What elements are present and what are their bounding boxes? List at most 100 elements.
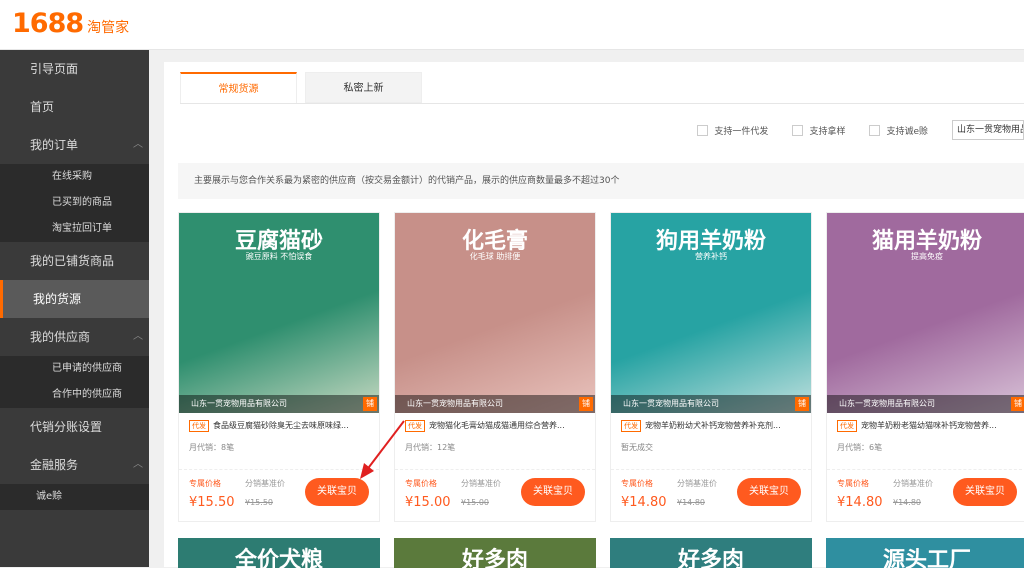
exclusive-price: ¥14.80 (621, 495, 667, 510)
checkbox[interactable] (869, 124, 881, 136)
product-image[interactable]: 狗用羊奶粉 营养补钙 山东一贯宠物用品有限公司 铺 (611, 213, 811, 413)
filter-label: 支持拿样 (809, 126, 846, 137)
image-title: 全价犬粮 (234, 548, 323, 568)
orders-submenu: 在线采购 已买到的商品 淘宝拉回订单 (0, 164, 149, 242)
tab-private-new[interactable]: 私密上新 (305, 72, 422, 103)
tab-regular-sources[interactable]: 常规货源 (180, 72, 297, 103)
product-grid: 豆腐猫砂 豌豆原料 不怕误食 山东一贯宠物用品有限公司 铺 代发 食品级豆腐猫砂除… (178, 212, 1024, 522)
supplier-select[interactable]: 山东一贯宠物用品 (952, 120, 1024, 140)
product-card[interactable]: 狗用羊奶粉 营养补钙 山东一贯宠物用品有限公司 铺 代发 宠物羊奶粉幼犬补钙宠物营… (610, 212, 812, 522)
product-card[interactable]: 化毛膏 化毛球 助排便 山东一贯宠物用品有限公司 铺 代发 宠物猫化毛膏幼猫成猫通… (394, 212, 596, 522)
product-title-text: 食品级豆腐猫砂除臭无尘去味原味绿... (213, 421, 349, 430)
supplier-strip: 山东一贯宠物用品有限公司 (611, 395, 811, 413)
product-card-partial[interactable]: 源头工厂 (826, 538, 1024, 568)
product-card-partial[interactable]: 全价犬粮 (178, 538, 380, 568)
logo-number: 1688 (12, 8, 84, 39)
product-title[interactable]: 代发 宠物猫化毛膏幼猫成猫通用综合营养... (405, 420, 585, 432)
product-title[interactable]: 代发 宠物羊奶粉幼犬补钙宠物营养补充剂... (621, 420, 801, 432)
red-arrow-annotation (360, 420, 405, 479)
logo-text: 淘管家 (87, 20, 130, 36)
monthly-sales: 月代销：8笔 (189, 443, 235, 452)
image-title: 好多肉 (461, 548, 528, 568)
notice-text: 主要展示与您合作关系最为紧密的供应商（按交易金额计）的代销产品，展示的供应商数量… (178, 163, 1024, 199)
base-price-label: 分销基准价 (245, 479, 285, 488)
sidebar-item-split-settings[interactable]: 代销分账设置 (0, 408, 149, 446)
exclusive-price-label: 专属价格 (837, 479, 869, 488)
exclusive-price-label: 专属价格 (189, 479, 221, 488)
base-price: ¥14.80 (677, 498, 705, 507)
base-price-label: 分销基准价 (677, 479, 717, 488)
price-box: 专属价格 ¥15.50 分销基准价 ¥15.50 关联宝贝 (179, 469, 379, 521)
tab-bar: 常规货源 私密上新 (180, 72, 430, 103)
checkbox[interactable] (697, 124, 709, 136)
sidebar-item-guide[interactable]: 引导页面 (0, 50, 149, 88)
sidebar-item-my-sources[interactable]: 我的货源 (0, 280, 149, 318)
image-title: 好多肉 (677, 548, 744, 568)
base-price: ¥14.80 (893, 498, 921, 507)
price-box: 专属价格 ¥14.80 分销基准价 ¥14.80 关联宝贝 (827, 469, 1024, 521)
base-price: ¥15.50 (245, 498, 273, 507)
logo[interactable]: 1688 淘管家 (12, 8, 129, 39)
product-image[interactable]: 化毛膏 化毛球 助排便 山东一贯宠物用品有限公司 铺 (395, 213, 595, 413)
chevron-up-icon: ︿ (133, 331, 143, 342)
dropship-badge: 代发 (189, 420, 209, 432)
image-subtitle: 营养补钙 (695, 252, 727, 261)
sidebar-subitem-taobao-orders[interactable]: 淘宝拉回订单 (0, 216, 149, 242)
product-title-text: 宠物羊奶粉幼犬补钙宠物营养补充剂... (645, 421, 781, 430)
product-image[interactable]: 豆腐猫砂 豌豆原料 不怕误食 山东一贯宠物用品有限公司 铺 (179, 213, 379, 413)
product-card[interactable]: 猫用羊奶粉 提高免疫 山东一贯宠物用品有限公司 铺 代发 宠物羊奶粉老猫幼猫咪补钙… (826, 212, 1024, 522)
product-image[interactable]: 猫用羊奶粉 提高免疫 山东一贯宠物用品有限公司 铺 (827, 213, 1024, 413)
link-product-button[interactable]: 关联宝贝 (737, 478, 801, 506)
sidebar-item-label: 金融服务 (30, 458, 79, 472)
product-grid-row-2: 全价犬粮 好多肉 好多肉 源头工厂 (178, 538, 1024, 568)
sidebar-subitem-applied-suppliers[interactable]: 已申请的供应商 (0, 356, 149, 382)
top-bar: 1688 淘管家 (0, 0, 1024, 50)
sidebar-subitem-online-purchase[interactable]: 在线采购 (0, 164, 149, 190)
listed-tag: 铺 (1011, 397, 1024, 411)
listed-tag: 铺 (363, 397, 377, 411)
divider (180, 103, 1024, 104)
image-title: 源头工厂 (882, 548, 971, 568)
checkbox[interactable] (792, 124, 804, 136)
exclusive-price: ¥15.00 (405, 495, 451, 510)
monthly-sales: 暂无成交 (621, 443, 653, 452)
sidebar-item-listed-products[interactable]: 我的已铺货商品 (0, 242, 149, 280)
exclusive-price-label: 专属价格 (621, 479, 653, 488)
sidebar-item-suppliers[interactable]: 我的供应商 ︿ (0, 318, 149, 356)
supplier-strip: 山东一贯宠物用品有限公司 (179, 395, 379, 413)
product-title[interactable]: 代发 食品级豆腐猫砂除臭无尘去味原味绿... (189, 420, 369, 432)
product-title[interactable]: 代发 宠物羊奶粉老猫幼猫咪补钙宠物营养... (837, 420, 1017, 432)
sidebar-item-finance[interactable]: 金融服务 ︿ (0, 446, 149, 484)
filter-sample[interactable]: 支持拿样 (792, 124, 845, 137)
exclusive-price: ¥14.80 (837, 495, 883, 510)
exclusive-price: ¥15.50 (189, 495, 235, 510)
sidebar: 引导页面 首页 我的订单 ︿ 在线采购 已买到的商品 淘宝拉回订单 我的已铺货商… (0, 50, 149, 567)
filter-label: 支持诚e赊 (886, 126, 928, 137)
link-product-button[interactable]: 关联宝贝 (521, 478, 585, 506)
filter-one-piece[interactable]: 支持一件代发 (697, 124, 768, 137)
product-card[interactable]: 豆腐猫砂 豌豆原料 不怕误食 山东一贯宠物用品有限公司 铺 代发 食品级豆腐猫砂除… (178, 212, 380, 522)
sidebar-subitem-bought[interactable]: 已买到的商品 (0, 190, 149, 216)
supplier-strip: 山东一贯宠物用品有限公司 (827, 395, 1024, 413)
monthly-sales: 月代销：12笔 (405, 443, 456, 452)
image-subtitle: 化毛球 助排便 (469, 252, 521, 261)
dropship-badge: 代发 (837, 420, 857, 432)
link-product-button[interactable]: 关联宝贝 (953, 478, 1017, 506)
base-price: ¥15.00 (461, 498, 489, 507)
image-subtitle: 豌豆原料 不怕误食 (245, 252, 313, 261)
chevron-up-icon: ︿ (133, 459, 143, 470)
product-card-partial[interactable]: 好多肉 (610, 538, 812, 568)
sidebar-subitem-credit[interactable]: 诚e赊 (0, 484, 149, 510)
base-price-label: 分销基准价 (461, 479, 501, 488)
sidebar-item-home[interactable]: 首页 (0, 88, 149, 126)
chevron-up-icon: ︿ (133, 139, 143, 150)
monthly-sales: 月代销：6笔 (837, 443, 883, 452)
listed-tag: 铺 (795, 397, 809, 411)
product-card-partial[interactable]: 好多肉 (394, 538, 596, 568)
sidebar-item-orders[interactable]: 我的订单 ︿ (0, 126, 149, 164)
filter-credit[interactable]: 支持诚e赊 (869, 124, 928, 137)
finance-submenu: 诚e赊 (0, 484, 149, 510)
suppliers-submenu: 已申请的供应商 合作中的供应商 (0, 356, 149, 408)
sidebar-subitem-cooperating-suppliers[interactable]: 合作中的供应商 (0, 382, 149, 408)
main-panel: 常规货源 私密上新 支持一件代发 支持拿样 支持诚e赊 山东一贯宠物用品 主要展… (164, 62, 1024, 568)
